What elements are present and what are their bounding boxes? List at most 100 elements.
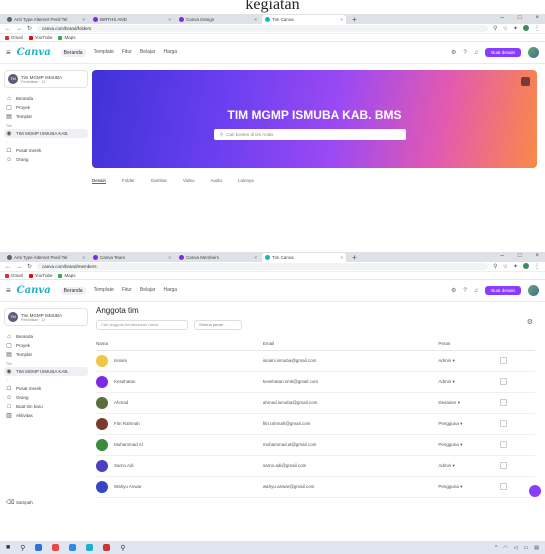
minimize-icon[interactable]: – xyxy=(501,15,504,21)
sidebar-item-trash[interactable]: ⌫ Sampah xyxy=(4,498,88,507)
sidebar-item-home[interactable]: ⌂ Beranda xyxy=(4,94,88,103)
zoom-icon[interactable]: ⚲ xyxy=(493,25,497,32)
member-checkbox[interactable] xyxy=(499,482,507,490)
menu-icon[interactable]: ≡ xyxy=(6,48,11,57)
search-icon[interactable]: ⚲ xyxy=(20,544,25,552)
avatar[interactable] xyxy=(528,285,539,296)
menu-icon[interactable]: ≡ xyxy=(6,286,11,295)
close-icon[interactable]: × xyxy=(340,17,343,22)
settings-icon[interactable]: ⚙ xyxy=(527,318,533,326)
role-dropdown[interactable]: Admin ▾ xyxy=(438,463,454,468)
browser-tab[interactable]: Anti Type Alternet Penil Tel × xyxy=(4,253,88,262)
table-row[interactable]: Muhammad Al muhammad.al@gmail.com Pengguna… xyxy=(96,434,535,456)
sidebar-item-brand[interactable]: ☖ Pusat merek xyxy=(4,146,88,155)
team-switcher[interactable]: TM Tim MGMP ISMUBA Pendidikan · 12 xyxy=(4,70,88,88)
role-dropdown[interactable]: Pengguna ▾ xyxy=(438,421,462,426)
profile-icon[interactable] xyxy=(523,25,529,31)
close-icon[interactable]: × xyxy=(82,17,85,22)
chrome-icon[interactable] xyxy=(52,544,60,551)
canva-logo[interactable]: Canva xyxy=(17,47,51,58)
team-switcher[interactable]: TM Tim MGMP ISMUBA Pendidikan · 12 xyxy=(4,308,88,326)
bookmark-item[interactable]: Gmail xyxy=(5,35,23,40)
browser-tab[interactable]: BIRTHS AND × xyxy=(90,15,174,24)
member-role-cell[interactable]: Admin ▾ xyxy=(438,455,500,477)
column-header-role[interactable]: Peran xyxy=(438,338,500,351)
tab-more[interactable]: Lainnya xyxy=(238,178,254,184)
table-row[interactable]: Ahmad ahmad.ismuba@gmail.com Desainer ▾ xyxy=(96,392,535,414)
windows-start-icon[interactable]: ■ xyxy=(6,544,10,551)
nav-learn[interactable]: Belajar xyxy=(140,287,156,295)
browser-tab-active[interactable]: Tim Canva × xyxy=(262,253,346,262)
nav-template[interactable]: Template xyxy=(94,287,114,295)
member-role-cell[interactable]: Pengguna ▾ xyxy=(438,476,500,498)
column-header-email[interactable]: Email xyxy=(262,338,439,351)
sidebar-item-people[interactable]: ☺ Orang xyxy=(4,155,88,164)
star-icon[interactable]: ☆ xyxy=(503,263,508,270)
member-checkbox[interactable] xyxy=(499,377,507,385)
close-icon[interactable]: × xyxy=(254,255,257,260)
sidebar-item-projects[interactable]: ▢ Proyek xyxy=(4,103,88,112)
member-checkbox[interactable] xyxy=(499,419,507,427)
table-row[interactable]: Sarno Adi sarno.adi@gmail.com Admin ▾ xyxy=(96,455,535,477)
profile-icon[interactable] xyxy=(523,263,529,269)
nav-home[interactable]: Beranda xyxy=(60,286,86,295)
role-filter-dropdown[interactable]: Semua peran xyxy=(194,320,242,330)
bookmark-item[interactable]: YouTube xyxy=(28,273,52,278)
help-bubble-button[interactable] xyxy=(529,485,541,497)
role-dropdown[interactable]: Pengguna ▾ xyxy=(438,484,462,489)
extension-icon[interactable]: ✦ xyxy=(513,25,518,32)
table-row[interactable]: Isnaini isnaini.ismuba@gmail.com Admin ▾ xyxy=(96,350,535,372)
sidebar-item-templates[interactable]: ▤ Templat xyxy=(4,350,88,359)
menu-dots-icon[interactable]: ⋮ xyxy=(534,25,540,32)
chevron-up-icon[interactable]: ^ xyxy=(495,545,497,551)
forward-icon[interactable]: → xyxy=(16,264,22,270)
star-icon[interactable]: ☆ xyxy=(503,25,508,32)
table-row[interactable]: Kesehatan kesehatan.smk@gmail.com Admin ▾ xyxy=(96,371,535,393)
new-tab-icon[interactable]: + xyxy=(348,15,361,24)
browser-tab[interactable]: Canva Members × xyxy=(176,253,260,262)
close-icon[interactable]: × xyxy=(168,17,171,22)
browser-tab[interactable]: Anti Type Alternet Penil Tel × xyxy=(4,15,88,24)
sidebar-item-brand[interactable]: ☖ Pusat merek xyxy=(4,384,88,393)
create-design-button[interactable]: Buat desain xyxy=(485,48,521,57)
search-taskbar-icon[interactable]: ⚲ xyxy=(120,544,125,552)
extension-icon[interactable]: ✦ xyxy=(513,263,518,270)
avatar[interactable] xyxy=(528,47,539,58)
role-dropdown[interactable]: Desainer ▾ xyxy=(438,400,460,405)
gear-icon[interactable]: ⚙ xyxy=(451,287,456,294)
back-icon[interactable]: ← xyxy=(5,26,11,32)
bookmark-item[interactable]: YouTube xyxy=(28,35,52,40)
edit-banner-icon[interactable] xyxy=(521,77,530,86)
canva-logo[interactable]: Canva xyxy=(17,285,51,296)
member-role-cell[interactable]: Admin ▾ xyxy=(438,371,500,393)
member-checkbox[interactable] xyxy=(499,356,507,364)
member-role-cell[interactable]: Admin ▾ xyxy=(438,350,500,372)
role-dropdown[interactable]: Pengguna ▾ xyxy=(438,442,462,447)
sidebar-item-new-team[interactable]: □ Buat tim baru xyxy=(4,402,88,411)
nav-pricing[interactable]: Harga xyxy=(163,287,177,295)
zoom-icon[interactable]: ⚲ xyxy=(493,263,497,270)
close-window-icon[interactable]: × xyxy=(535,15,539,21)
member-checkbox[interactable] xyxy=(499,461,507,469)
member-role-cell[interactable]: Pengguna ▾ xyxy=(438,434,500,456)
nav-home[interactable]: Beranda xyxy=(60,48,86,57)
table-row[interactable]: Fitri Rahmah fitri.rahmah@gmail.com Penggu… xyxy=(96,413,535,435)
close-window-icon[interactable]: × xyxy=(535,253,539,259)
tab-folders[interactable]: Folder xyxy=(122,178,135,184)
close-icon[interactable]: × xyxy=(340,255,343,260)
url-field[interactable]: canva.com/brand/members xyxy=(37,263,489,270)
help-icon[interactable]: ? xyxy=(463,50,466,56)
hero-search-input[interactable]: ⚲ Cari konten di tim Anda xyxy=(214,129,406,140)
file-explorer-icon[interactable] xyxy=(35,544,43,551)
tab-designs[interactable]: Desain xyxy=(92,178,107,184)
bell-icon[interactable]: ♫ xyxy=(474,288,479,294)
close-icon[interactable]: × xyxy=(168,255,171,260)
minimize-icon[interactable]: – xyxy=(501,253,504,259)
browser-tab[interactable]: Canva Design × xyxy=(176,15,260,24)
close-icon[interactable]: × xyxy=(254,17,257,22)
nav-learn[interactable]: Belajar xyxy=(140,49,156,57)
member-checkbox[interactable] xyxy=(499,440,507,448)
tab-images[interactable]: Gambar xyxy=(151,178,167,184)
new-tab-icon[interactable]: + xyxy=(348,253,361,262)
member-role-cell[interactable]: Pengguna ▾ xyxy=(438,413,500,435)
